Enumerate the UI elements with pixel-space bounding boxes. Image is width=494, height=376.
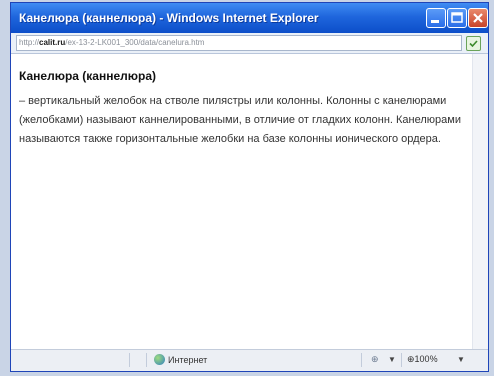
- address-path: /ex-13-2-LK001_300/data/canelura.htm: [65, 38, 205, 47]
- close-button[interactable]: [468, 8, 488, 28]
- minimize-button[interactable]: [426, 8, 446, 28]
- page-content: Канелюра (каннелюра) – вертикальный жело…: [19, 69, 464, 149]
- address-bar: http://calit.ru/ex-13-2-LK001_300/data/c…: [11, 33, 488, 54]
- magnifier-icon: ⊕: [407, 354, 415, 364]
- security-zone[interactable]: Интернет: [154, 354, 207, 365]
- minimize-icon: [431, 20, 439, 23]
- maximize-button[interactable]: [447, 8, 467, 28]
- globe-icon: [154, 354, 165, 365]
- address-prefix: http://: [19, 38, 40, 47]
- close-icon: [473, 13, 483, 23]
- title-bar[interactable]: Канелюра (каннелюра) - Windows Internet …: [11, 3, 488, 33]
- maximize-icon: [451, 12, 463, 23]
- chevron-down-icon[interactable]: ▼: [457, 355, 465, 364]
- vertical-scrollbar[interactable]: [472, 54, 488, 349]
- status-divider: [401, 353, 402, 367]
- address-field[interactable]: http://calit.ru/ex-13-2-LK001_300/data/c…: [16, 35, 462, 51]
- zone-label: Интернет: [168, 355, 208, 365]
- browser-window: Канелюра (каннелюра) - Windows Internet …: [10, 2, 489, 372]
- term-heading: Канелюра (каннелюра): [19, 69, 156, 83]
- zoom-label: 100%: [414, 354, 438, 364]
- chevron-down-icon[interactable]: ▼: [388, 355, 396, 364]
- protected-mode-icon: [469, 40, 478, 48]
- protected-mode-indicator[interactable]: ⊕: [371, 354, 379, 365]
- zoom-level[interactable]: ⊕100%: [407, 354, 438, 365]
- status-divider: [146, 353, 147, 367]
- status-bar: Интернет ⊕ ▼ ⊕100% ▼: [11, 349, 488, 371]
- window-title: Канелюра (каннелюра) - Windows Internet …: [19, 11, 319, 25]
- status-divider: [129, 353, 130, 367]
- address-domain: calit.ru: [39, 38, 66, 47]
- term-definition: – вертикальный желобок на стволе пилястр…: [19, 95, 461, 145]
- status-divider: [361, 353, 362, 367]
- security-button[interactable]: [466, 36, 481, 51]
